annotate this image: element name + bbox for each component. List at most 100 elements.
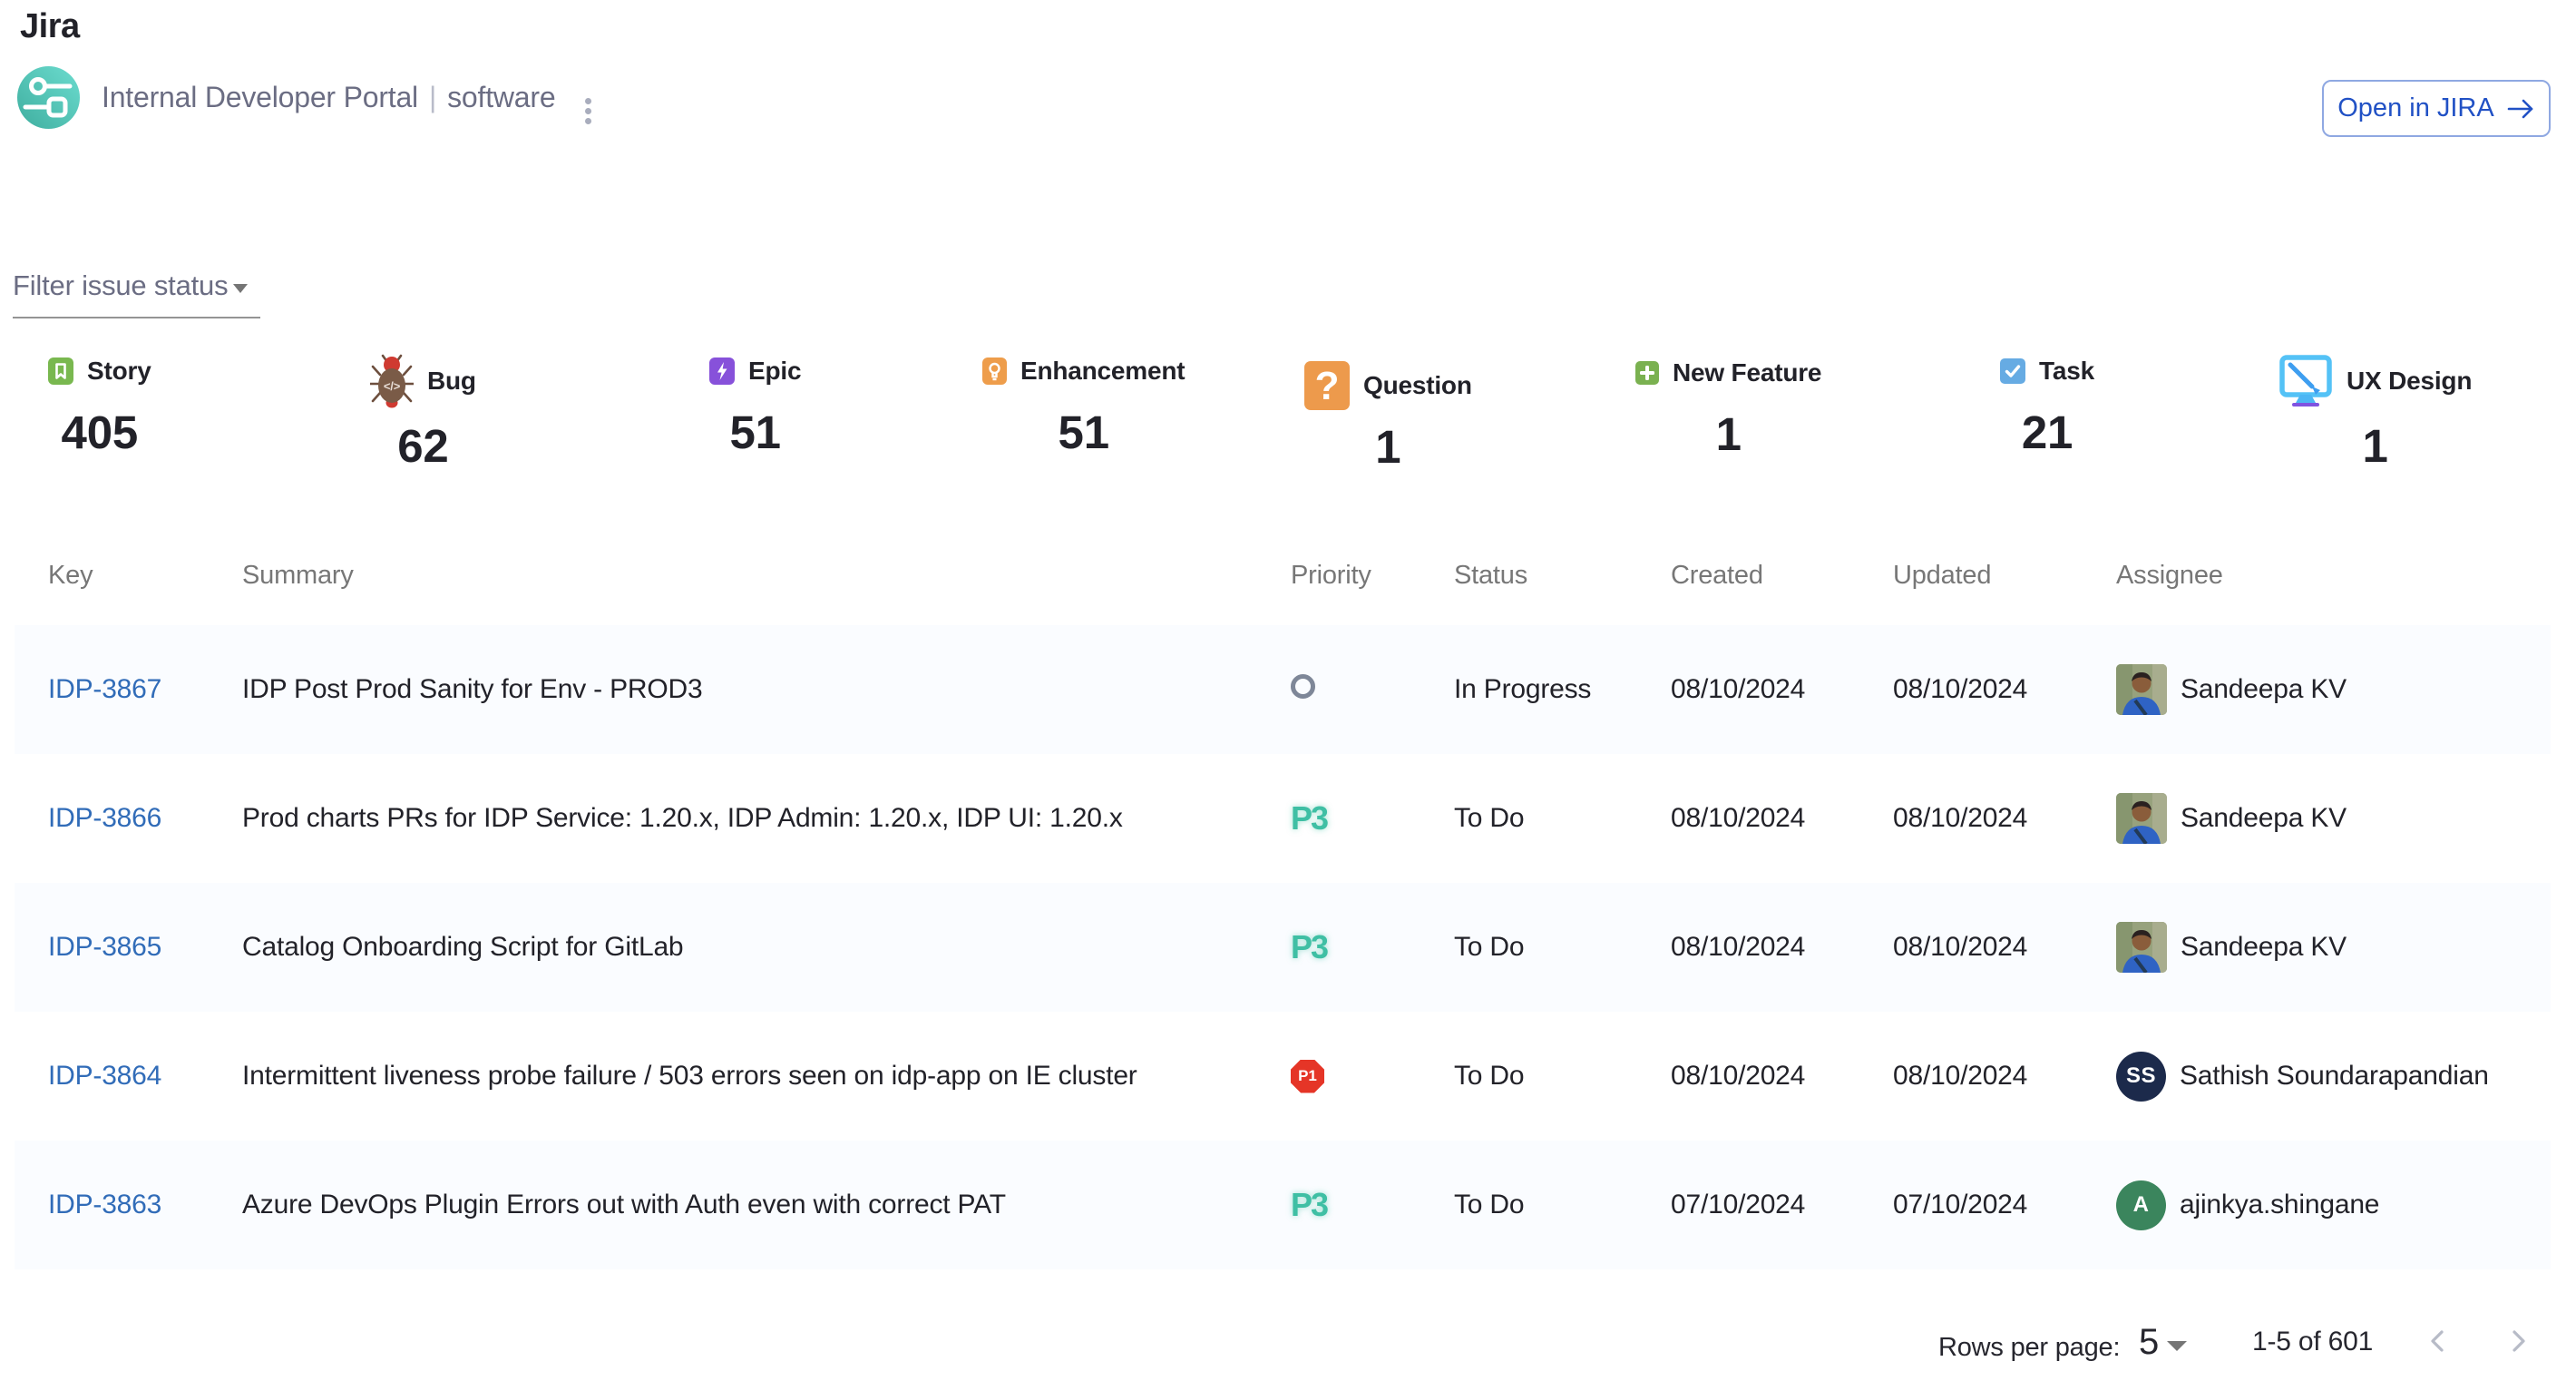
story-icon — [48, 357, 73, 385]
issue-status: To Do — [1454, 803, 1671, 834]
assignee-name: Sandeepa KV — [2181, 932, 2347, 963]
stat-count: 1 — [1304, 424, 1472, 470]
stat-story: Story 405 — [48, 357, 151, 455]
stat-count: 1 — [2278, 423, 2472, 469]
column-header-key: Key — [48, 561, 242, 591]
new-feature-icon — [1635, 361, 1659, 385]
stat-new-feature: New Feature 1 — [1635, 358, 1821, 457]
chevron-down-icon — [231, 283, 249, 294]
issue-assignee: Sandeepa KV — [2116, 922, 2551, 973]
issue-summary: IDP Post Prod Sanity for Env - PROD3 — [242, 674, 1291, 705]
issue-created: 08/10/2024 — [1671, 674, 1893, 705]
project-separator: | — [418, 81, 447, 113]
arrow-right-icon — [2506, 97, 2535, 121]
issue-summary: Prod charts PRs for IDP Service: 1.20.x,… — [242, 803, 1291, 834]
avatar — [2116, 793, 2167, 844]
rows-per-page-caret-icon[interactable] — [2166, 1341, 2188, 1351]
issue-created: 08/10/2024 — [1671, 803, 1893, 834]
svg-text:</>: </> — [384, 379, 401, 393]
stat-label: Question — [1363, 371, 1472, 400]
issue-priority: P3 — [1291, 928, 1454, 966]
question-icon: ? — [1304, 361, 1350, 410]
issue-status: To Do — [1454, 1190, 1671, 1220]
column-header-assignee: Assignee — [2116, 561, 2551, 591]
stat-label: Story — [87, 357, 151, 386]
stat-count: 51 — [982, 409, 1185, 455]
table-row: IDP-3865Catalog Onboarding Script for Gi… — [15, 883, 2551, 1012]
page-title: Jira — [20, 7, 80, 46]
rows-per-page-value[interactable]: 5 — [2139, 1324, 2159, 1360]
issue-key-link[interactable]: IDP-3867 — [48, 674, 242, 705]
assignee-name: Sandeepa KV — [2181, 803, 2347, 834]
priority-p3-icon: P3 — [1291, 928, 1327, 965]
table-row: IDP-3864Intermittent liveness probe fail… — [15, 1012, 2551, 1141]
svg-text:?: ? — [1315, 364, 1340, 408]
project-name: Internal Developer Portal|software — [102, 81, 555, 114]
stat-count: 405 — [48, 409, 151, 455]
issue-status: To Do — [1454, 932, 1671, 963]
priority-none-icon — [1291, 674, 1315, 699]
issue-updated: 08/10/2024 — [1893, 674, 2116, 705]
column-header-summary: Summary — [242, 561, 1291, 591]
stat-count: 1 — [1635, 411, 1821, 457]
stat-label: Epic — [748, 357, 801, 386]
issue-updated: 08/10/2024 — [1893, 932, 2116, 963]
filter-issue-status-dropdown[interactable]: Filter issue status — [13, 269, 260, 318]
issue-key-link[interactable]: IDP-3865 — [48, 932, 242, 963]
jira-panel: Jira Internal Developer Portal|software … — [0, 0, 2576, 1381]
issue-assignee: Aajinkya.shingane — [2116, 1180, 2551, 1230]
issue-summary: Azure DevOps Plugin Errors out with Auth… — [242, 1190, 1291, 1220]
stat-count: 21 — [2000, 409, 2094, 455]
stat-label: Enhancement — [1020, 357, 1185, 386]
table-header: KeySummaryPriorityStatusCreatedUpdatedAs… — [15, 555, 2551, 595]
project-header: Internal Developer Portal|software — [17, 66, 555, 129]
issue-priority: P1 — [1291, 1060, 1454, 1093]
more-options-icon[interactable] — [585, 98, 591, 124]
issue-updated: 08/10/2024 — [1893, 1061, 2116, 1092]
column-header-updated: Updated — [1893, 561, 2116, 591]
issue-created: 08/10/2024 — [1671, 1061, 1893, 1092]
task-icon — [2000, 358, 2025, 384]
table-row: IDP-3867IDP Post Prod Sanity for Env - P… — [15, 625, 2551, 754]
issue-assignee: Sandeepa KV — [2116, 664, 2551, 715]
next-page-icon[interactable] — [2507, 1327, 2531, 1356]
issue-assignee: SS Sathish Soundarapandian — [2116, 1052, 2551, 1102]
issue-updated: 08/10/2024 — [1893, 803, 2116, 834]
stat-bug: </> Bug 62 — [370, 353, 476, 469]
bug-icon: </> — [370, 353, 414, 409]
stat-question: ? Question 1 — [1304, 361, 1472, 470]
issue-key-link[interactable]: IDP-3863 — [48, 1190, 242, 1220]
column-header-priority: Priority — [1291, 561, 1454, 591]
stat-ux-design: UX Design1 — [2278, 353, 2472, 469]
table-row: IDP-3866Prod charts PRs for IDP Service:… — [15, 754, 2551, 883]
rows-per-page-label: Rows per page: — [1938, 1333, 2120, 1363]
avatar: SS — [2116, 1052, 2166, 1102]
issue-priority: P3 — [1291, 799, 1454, 837]
issue-status: In Progress — [1454, 674, 1671, 705]
project-logo-icon — [17, 66, 80, 129]
avatar: A — [2116, 1180, 2166, 1230]
stat-label: Task — [2039, 357, 2094, 386]
epic-icon — [709, 357, 735, 385]
table-row: IDP-3863Azure DevOps Plugin Errors out w… — [15, 1141, 2551, 1269]
open-in-jira-button[interactable]: Open in JIRA — [2322, 80, 2551, 137]
issue-updated: 07/10/2024 — [1893, 1190, 2116, 1220]
assignee-name: Sathish Soundarapandian — [2180, 1061, 2489, 1092]
stat-label: Bug — [427, 367, 476, 396]
priority-p3-icon: P3 — [1291, 799, 1327, 837]
stat-task: Task 21 — [2000, 357, 2094, 455]
assignee-name: ajinkya.shingane — [2180, 1190, 2379, 1220]
issue-key-link[interactable]: IDP-3866 — [48, 803, 242, 834]
issue-summary: Intermittent liveness probe failure / 50… — [242, 1061, 1291, 1092]
previous-page-icon[interactable] — [2425, 1327, 2449, 1356]
issue-created: 07/10/2024 — [1671, 1190, 1893, 1220]
issue-key-link[interactable]: IDP-3864 — [48, 1061, 242, 1092]
issue-priority: P3 — [1291, 1186, 1454, 1224]
issue-summary: Catalog Onboarding Script for GitLab — [242, 932, 1291, 963]
issue-created: 08/10/2024 — [1671, 932, 1893, 963]
stat-count: 62 — [370, 423, 476, 469]
stat-label: New Feature — [1673, 358, 1821, 387]
stat-enhancement: Enhancement 51 — [982, 357, 1185, 455]
stat-count: 51 — [709, 409, 801, 455]
priority-p1-icon: P1 — [1291, 1060, 1324, 1093]
